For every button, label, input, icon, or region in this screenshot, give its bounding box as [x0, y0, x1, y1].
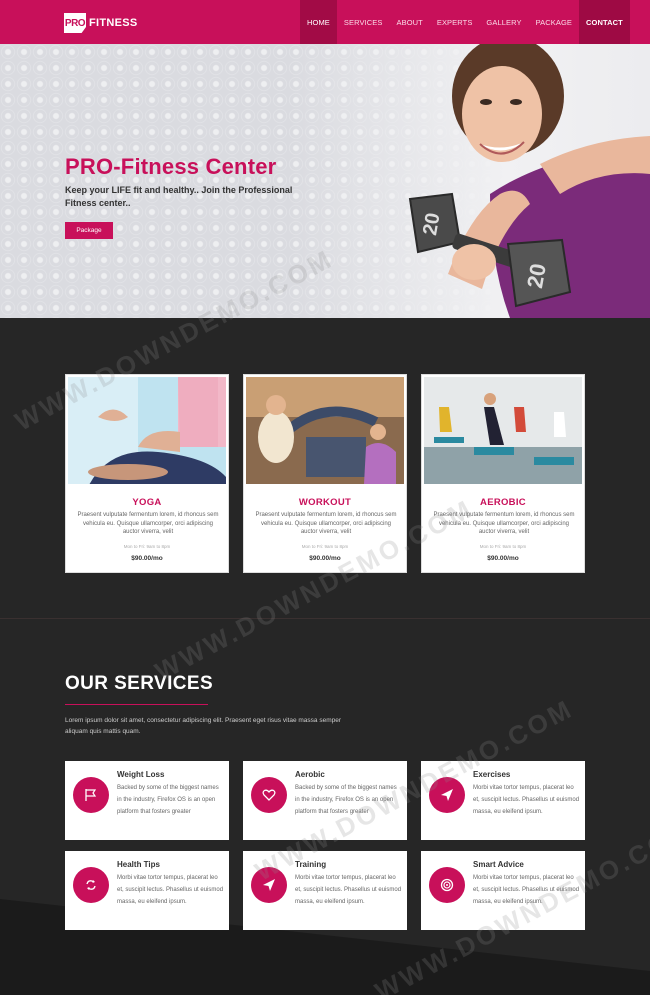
- class-title: AEROBIC: [480, 497, 526, 508]
- class-card-aerobic[interactable]: AEROBIC Praesent vulputate fermentum lor…: [421, 374, 585, 573]
- service-description: Morbi vitae tortor tempus, placerat leo …: [295, 875, 402, 905]
- paper-plane-icon: [251, 867, 287, 903]
- service-title: Health Tips: [117, 860, 160, 869]
- class-title: WORKOUT: [298, 497, 352, 508]
- heart-icon: [251, 777, 287, 813]
- class-price: $90.00/mo: [309, 555, 341, 562]
- nav-contact[interactable]: CONTACT: [579, 0, 630, 44]
- service-health-tips[interactable]: Health Tips Morbi vitae tortor tempus, p…: [65, 851, 229, 930]
- services-underline: [65, 704, 208, 705]
- services-title: OUR SERVICES: [65, 673, 214, 694]
- class-description: Praesent vulputate fermentum lorem, id r…: [255, 512, 397, 535]
- service-exercises[interactable]: Exercises Morbi vitae tortor tempus, pla…: [421, 761, 585, 840]
- service-training[interactable]: Training Morbi vitae tortor tempus, plac…: [243, 851, 407, 930]
- nav-services[interactable]: SERVICES: [337, 0, 390, 44]
- package-button[interactable]: Package: [65, 222, 113, 239]
- nav-package[interactable]: PACKAGE: [529, 0, 579, 44]
- logo[interactable]: PRO FITNESS: [64, 13, 138, 33]
- dumbbell-label-left: 20: [419, 211, 445, 237]
- service-title: Exercises: [473, 770, 511, 779]
- class-card-workout[interactable]: WORKOUT Praesent vulputate fermentum lor…: [243, 374, 407, 573]
- hero-subtitle: Keep your LIFE fit and healthy.. Join th…: [65, 185, 293, 208]
- service-weight-loss[interactable]: Weight Loss Backed by some of the bigges…: [65, 761, 229, 840]
- class-schedule: Mon to Fri: 9am to 8pm: [301, 544, 349, 549]
- class-card-yoga[interactable]: YOGA Praesent vulputate fermentum lorem,…: [65, 374, 229, 573]
- logo-text: FITNESS: [89, 17, 138, 29]
- refresh-icon: [73, 867, 109, 903]
- paper-plane-icon: [429, 777, 465, 813]
- nav-gallery[interactable]: GALLERY: [479, 0, 528, 44]
- services-intro: Lorem ipsum dolor sit amet, consectetur …: [65, 717, 342, 735]
- class-schedule: Mon to Fri: 9am to 8pm: [479, 544, 527, 549]
- service-title: Smart Advice: [473, 860, 524, 869]
- service-aerobic[interactable]: Aerobic Backed by some of the biggest na…: [243, 761, 407, 840]
- main-menu: HOME SERVICES ABOUT EXPERTS GALLERY PACK…: [300, 0, 630, 44]
- target-icon: [429, 867, 465, 903]
- service-smart-advice[interactable]: Smart Advice Morbi vitae tortor tempus, …: [421, 851, 585, 930]
- class-description: Praesent vulputate fermentum lorem, id r…: [433, 512, 575, 535]
- aerobic-image: [424, 377, 582, 484]
- service-title: Weight Loss: [117, 770, 165, 779]
- class-price: $90.00/mo: [487, 555, 519, 562]
- workout-image: [246, 377, 404, 484]
- service-description: Backed by some of the biggest names in t…: [117, 785, 219, 815]
- classes-section: YOGA Praesent vulputate fermentum lorem,…: [0, 318, 650, 618]
- service-description: Backed by some of the biggest names in t…: [295, 785, 397, 815]
- hero-banner: 20 20 PRO-Fitness Center Keep your LIFE …: [0, 44, 650, 318]
- class-schedule: Mon to Fri: 9am to 8pm: [123, 544, 171, 549]
- yoga-image: [68, 377, 226, 484]
- nav-home[interactable]: HOME: [300, 0, 337, 44]
- flag-icon: [73, 777, 109, 813]
- service-description: Morbi vitae tortor tempus, placerat leo …: [473, 785, 580, 815]
- nav-about[interactable]: ABOUT: [390, 0, 430, 44]
- service-description: Morbi vitae tortor tempus, placerat leo …: [473, 875, 580, 905]
- service-description: Morbi vitae tortor tempus, placerat leo …: [117, 875, 224, 905]
- services-section: OUR SERVICES Lorem ipsum dolor sit amet,…: [0, 619, 650, 995]
- nav-experts[interactable]: EXPERTS: [430, 0, 480, 44]
- class-title: YOGA: [132, 497, 162, 508]
- top-navbar: PRO FITNESS HOME SERVICES ABOUT EXPERTS …: [0, 0, 650, 44]
- class-price: $90.00/mo: [131, 555, 163, 562]
- service-title: Aerobic: [295, 770, 325, 779]
- hero-woman-image: 20 20: [408, 44, 650, 318]
- service-title: Training: [295, 860, 327, 869]
- hero-title: PRO-Fitness Center: [65, 154, 277, 179]
- dumbbell-label-right: 20: [522, 262, 551, 290]
- logo-badge: PRO: [64, 13, 86, 33]
- class-description: Praesent vulputate fermentum lorem, id r…: [77, 512, 219, 535]
